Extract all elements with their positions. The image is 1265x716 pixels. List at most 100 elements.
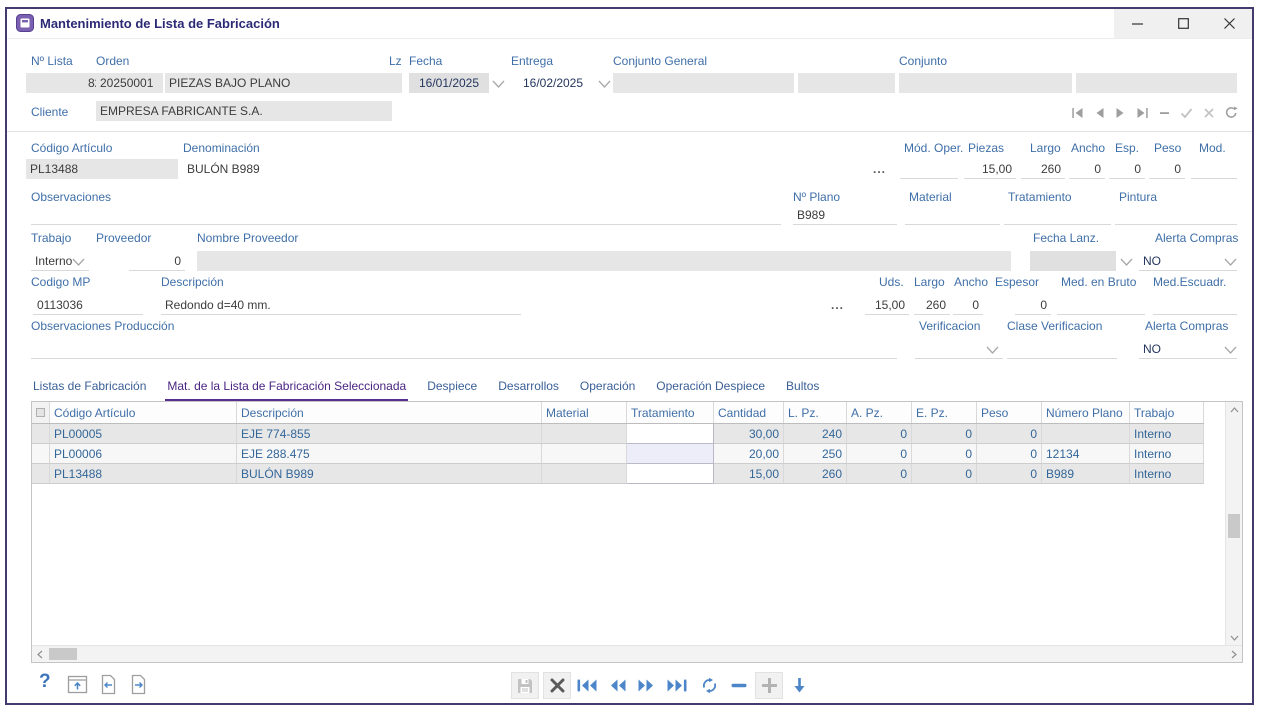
cell[interactable] <box>542 464 627 484</box>
nombre-proveedor-field[interactable] <box>197 251 1011 271</box>
down-button[interactable] <box>785 672 813 699</box>
scroll-right-icon[interactable] <box>1226 646 1242 662</box>
cell[interactable]: 0 <box>847 464 912 484</box>
cell[interactable]: 0 <box>847 444 912 464</box>
cell[interactable]: PL00006 <box>50 444 237 464</box>
fecha-field[interactable]: 16/01/2025 <box>409 73 489 93</box>
maximize-icon[interactable] <box>1160 9 1206 38</box>
conjunto-general-field-2[interactable] <box>798 73 895 93</box>
remove-button[interactable] <box>725 672 753 699</box>
cell[interactable]: 260 <box>784 464 847 484</box>
mp-lookup-button[interactable]: ... <box>831 298 844 312</box>
entrega-field[interactable]: 16/02/2025 <box>513 73 593 93</box>
next-button[interactable] <box>633 672 661 699</box>
largo-field[interactable]: 260 <box>1021 159 1065 179</box>
row-selector-cell[interactable] <box>32 424 50 444</box>
fecha-lanz-dropdown-icon[interactable] <box>1119 257 1134 268</box>
trabajo-dropdown-icon[interactable] <box>71 257 86 268</box>
mp-largo-field[interactable]: 260 <box>914 295 950 315</box>
tab-listas-de-fabricacion[interactable]: Listas de Fabricación <box>31 376 148 402</box>
cell[interactable] <box>1042 424 1130 444</box>
col-peso[interactable]: Peso <box>977 402 1042 424</box>
record-last-icon[interactable] <box>1136 107 1149 119</box>
tab-bultos[interactable]: Bultos <box>784 376 821 402</box>
cell[interactable]: BULÓN B989 <box>237 464 542 484</box>
cell[interactable]: EJE 288.475 <box>237 444 542 464</box>
tab-operacion[interactable]: Operación <box>578 376 637 402</box>
col-trabajo[interactable]: Trabajo <box>1130 402 1204 424</box>
row-selector-cell[interactable] <box>32 464 50 484</box>
denominacion-field[interactable]: BULÓN B989 <box>183 159 483 179</box>
cell[interactable] <box>627 464 714 484</box>
col-tratamiento[interactable]: Tratamiento <box>627 402 714 424</box>
material-field[interactable] <box>905 205 1000 225</box>
lz-field[interactable] <box>389 73 402 93</box>
fecha-lanz-field[interactable] <box>1030 251 1116 271</box>
verificacion-dropdown-icon[interactable] <box>985 345 1000 356</box>
peso-field[interactable]: 0 <box>1149 159 1185 179</box>
cliente-field[interactable]: EMPRESA FABRICANTE S.A. <box>96 101 392 121</box>
close-icon[interactable] <box>1206 9 1252 38</box>
tratamiento-field[interactable] <box>1004 205 1111 225</box>
observaciones-field[interactable] <box>31 205 781 225</box>
uds-field[interactable]: 15,00 <box>865 295 909 315</box>
conjunto-field-2[interactable] <box>1076 73 1237 93</box>
cell[interactable]: 15,00 <box>714 464 784 484</box>
clase-verificacion-field[interactable] <box>1007 339 1117 359</box>
export-window-button[interactable] <box>67 675 88 697</box>
scroll-up-icon[interactable] <box>1226 402 1242 418</box>
cell[interactable]: 0 <box>912 464 977 484</box>
no-plano-field[interactable]: B989 <box>793 205 897 225</box>
col-a-pz[interactable]: A. Pz. <box>847 402 912 424</box>
med-en-bruto-field[interactable] <box>1057 295 1145 315</box>
col-codigo-articulo[interactable]: Código Artículo <box>50 402 237 424</box>
cell[interactable]: 12134 <box>1042 444 1130 464</box>
cell[interactable] <box>627 444 714 464</box>
scroll-left-icon[interactable] <box>32 646 48 662</box>
tab-desarrollos[interactable]: Desarrollos <box>496 376 561 402</box>
mp-ancho-field[interactable]: 0 <box>953 295 983 315</box>
cell[interactable]: 250 <box>784 444 847 464</box>
esp-field[interactable]: 0 <box>1109 159 1145 179</box>
record-delete-icon[interactable] <box>1159 107 1170 119</box>
record-first-icon[interactable] <box>1071 107 1084 119</box>
record-next-icon[interactable] <box>1115 107 1126 119</box>
cell[interactable]: Interno <box>1130 464 1204 484</box>
alerta-compras-dropdown-icon[interactable] <box>1223 257 1238 268</box>
cell[interactable]: 0 <box>847 424 912 444</box>
cell[interactable]: 0 <box>977 444 1042 464</box>
export-document-button[interactable] <box>129 674 148 698</box>
record-previous-icon[interactable] <box>1094 107 1105 119</box>
cell[interactable]: Interno <box>1130 444 1204 464</box>
col-material[interactable]: Material <box>542 402 627 424</box>
cell[interactable]: B989 <box>1042 464 1130 484</box>
codigo-mp-field[interactable]: 0113036 <box>33 295 143 315</box>
cell[interactable]: PL13488 <box>50 464 237 484</box>
col-cantidad[interactable]: Cantidad <box>714 402 784 424</box>
conjunto-field-1[interactable] <box>899 73 1072 93</box>
cell[interactable]: EJE 774-855 <box>237 424 542 444</box>
table-row[interactable]: PL00006 EJE 288.475 20,00 250 0 0 0 1213… <box>32 444 1204 464</box>
record-cancel-icon[interactable] <box>1203 107 1215 119</box>
entrega-dropdown-icon[interactable] <box>597 79 612 90</box>
save-button[interactable] <box>511 672 539 699</box>
vertical-scroll-thumb[interactable] <box>1228 514 1240 538</box>
col-numero-plano[interactable]: Número Plano <box>1042 402 1130 424</box>
cell[interactable]: PL00005 <box>50 424 237 444</box>
row-selector-cell[interactable] <box>32 444 50 464</box>
conjunto-general-field-1[interactable] <box>613 73 794 93</box>
horizontal-scrollbar[interactable] <box>32 645 1242 662</box>
codigo-articulo-field[interactable]: PL13488 <box>26 159 178 179</box>
cell[interactable]: 0 <box>912 444 977 464</box>
col-e-pz[interactable]: E. Pz. <box>912 402 977 424</box>
row-selector-header[interactable] <box>32 402 50 424</box>
tab-operacion-despiece[interactable]: Operación Despiece <box>654 376 767 402</box>
cell[interactable]: 240 <box>784 424 847 444</box>
cell[interactable] <box>542 444 627 464</box>
record-refresh-icon[interactable] <box>1225 106 1238 119</box>
mod-field[interactable] <box>1191 159 1237 179</box>
proveedor-field[interactable]: 0 <box>129 251 185 271</box>
cell[interactable] <box>627 424 714 444</box>
cancel-button[interactable] <box>543 672 571 699</box>
cell[interactable]: 30,00 <box>714 424 784 444</box>
